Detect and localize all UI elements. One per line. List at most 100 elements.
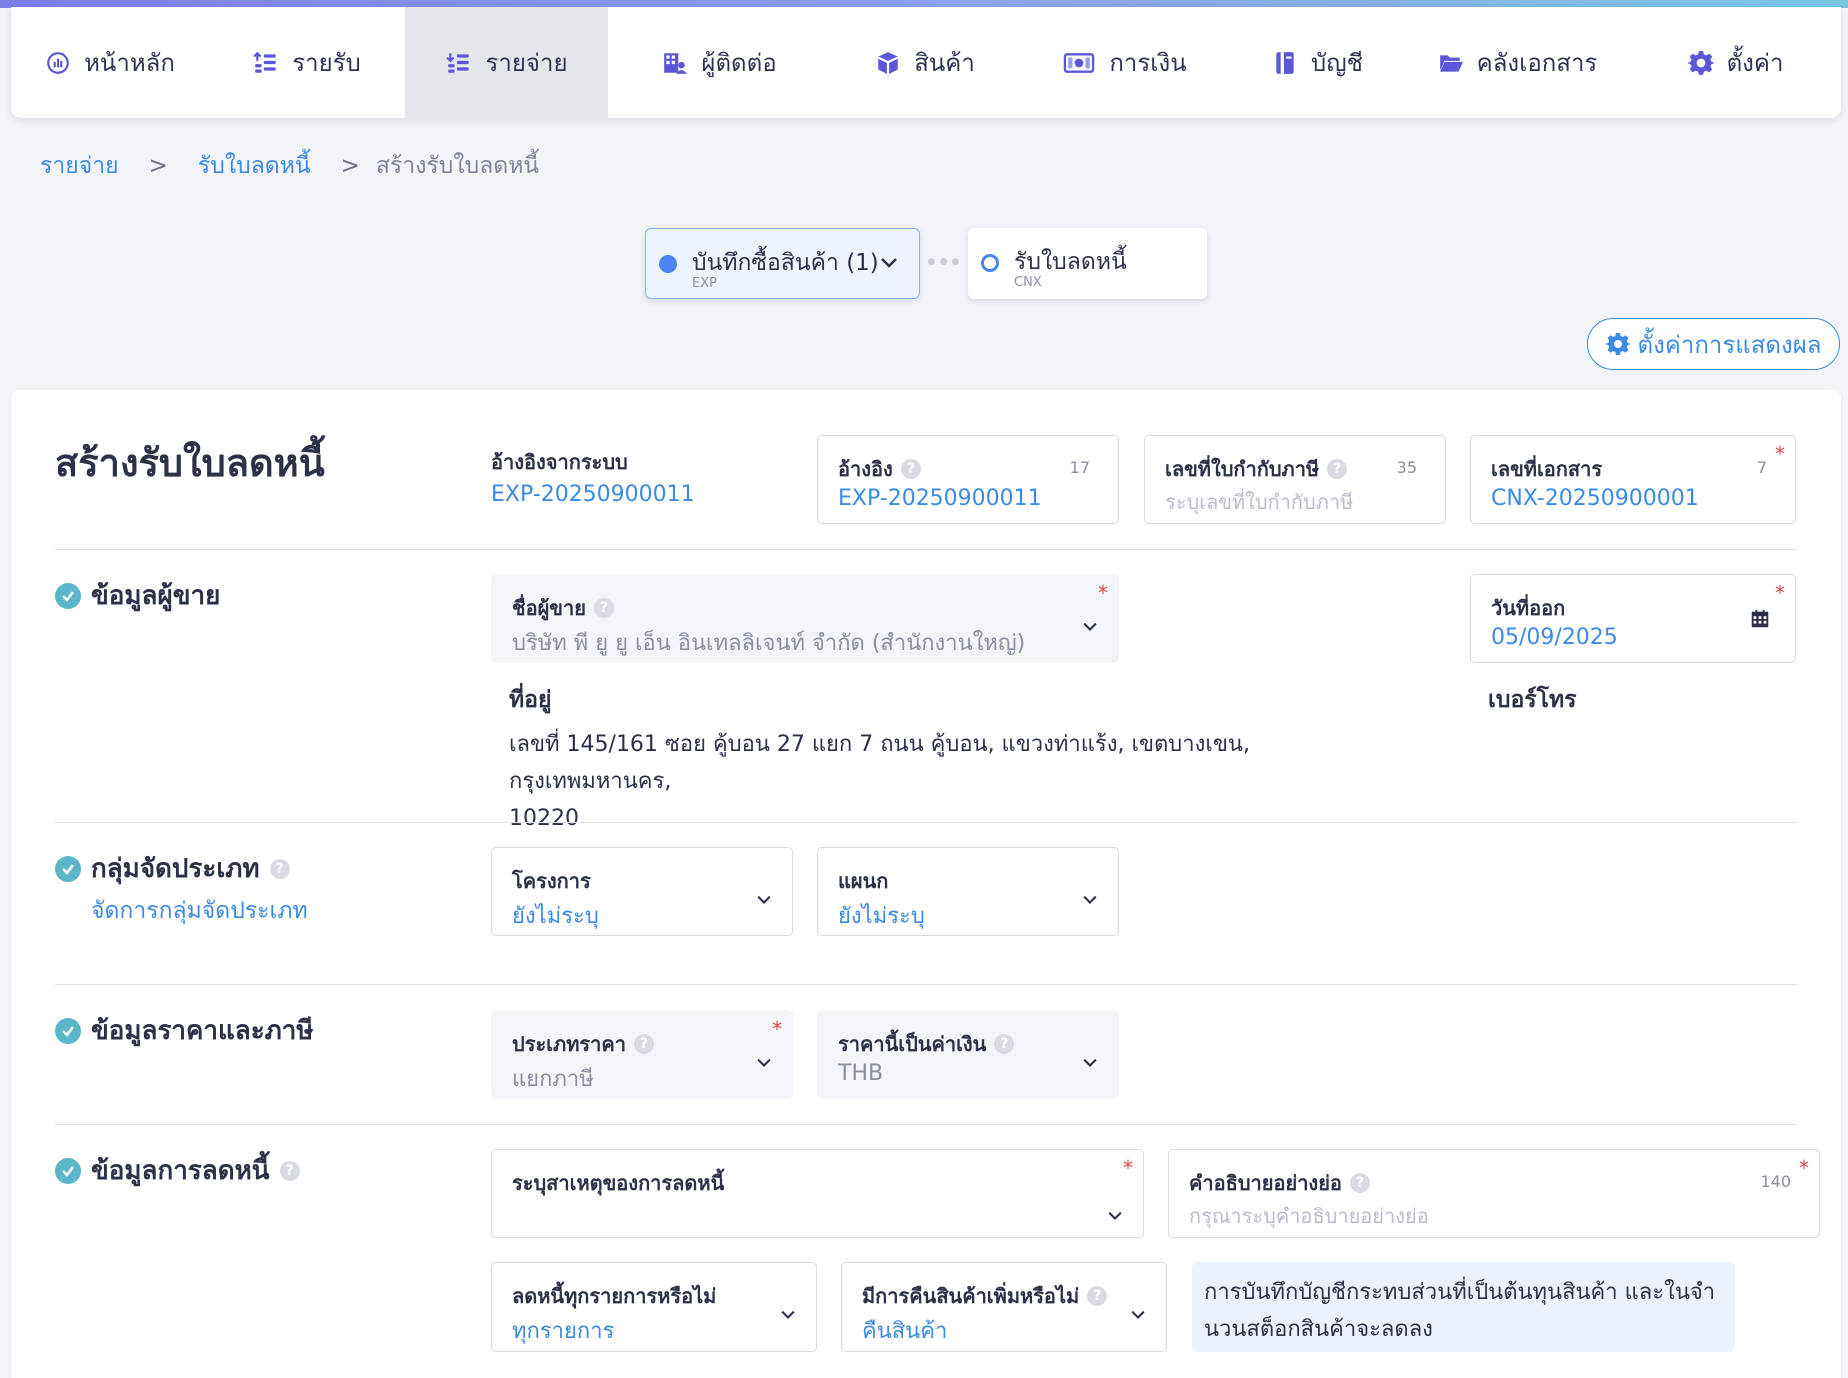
department-select[interactable]: แผนก ยังไม่ระบุ bbox=[817, 847, 1119, 936]
breadcrumb-separator: > bbox=[340, 153, 360, 179]
short-description-label: คำอธิบายอย่างย่อ bbox=[1189, 1171, 1342, 1195]
doc-no-input[interactable]: CNX-20250900001 bbox=[1491, 486, 1699, 511]
nav-item-contacts[interactable]: ผู้ติดต่อ bbox=[608, 7, 830, 118]
page-title: สร้างรับใบลดหนี้ bbox=[55, 441, 325, 485]
step-debit-note[interactable]: รับใบลดหนี้ CNX bbox=[968, 228, 1207, 299]
main-nav: หน้าหลัก รายรับ รายจ่าย ผู้ติดต่อ สินค้า… bbox=[11, 7, 1841, 118]
issue-date-label: วันที่ออก bbox=[1491, 596, 1566, 620]
breadcrumb: รายจ่าย > รับใบลดหนี้ > สร้างรับใบลดหนี้ bbox=[40, 148, 539, 184]
expense-icon bbox=[445, 49, 473, 77]
address-label: ที่อยู่ bbox=[509, 687, 552, 713]
price-type-select[interactable]: ประเภทราคา? * แยกภาษี bbox=[491, 1010, 793, 1099]
step-label: บันทึกซื้อสินค้า (1) bbox=[692, 250, 879, 276]
help-icon[interactable]: ? bbox=[994, 1034, 1015, 1054]
money-icon bbox=[1061, 49, 1097, 77]
divider bbox=[55, 1124, 1797, 1125]
help-icon[interactable]: ? bbox=[1327, 459, 1348, 479]
debit-reason-select[interactable]: ระบุสาเหตุของการลดหนี้ * bbox=[491, 1149, 1144, 1238]
project-label: โครงการ bbox=[512, 869, 591, 893]
required-marker: * bbox=[772, 1017, 782, 1041]
project-value: ยังไม่ระบุ bbox=[512, 904, 599, 929]
step-sub: CNX bbox=[1014, 275, 1042, 290]
system-ref-value[interactable]: EXP-20250900011 bbox=[491, 482, 695, 507]
nav-item-income[interactable]: รายรับ bbox=[208, 7, 405, 118]
nav-item-products[interactable]: สินค้า bbox=[830, 7, 1019, 118]
nav-item-documents[interactable]: คลังเอกสาร bbox=[1405, 7, 1629, 118]
char-count: 17 bbox=[1069, 458, 1090, 477]
ledger-icon bbox=[1271, 49, 1299, 77]
tax-invoice-field[interactable]: เลขที่ใบกำกับภาษี? 35 ระบุเลขที่ใบกำกับภ… bbox=[1144, 435, 1446, 524]
divider bbox=[55, 984, 1797, 985]
check-circle-icon bbox=[55, 582, 81, 609]
doc-no-field[interactable]: เลขที่เอกสาร 7 * CNX-20250900001 bbox=[1470, 435, 1796, 524]
nav-label: รายรับ bbox=[292, 49, 361, 77]
help-icon[interactable]: ? bbox=[633, 1034, 654, 1054]
all-items-select[interactable]: ลดหนี้ทุกรายการหรือไม่ ทุกรายการ bbox=[491, 1262, 817, 1352]
price-type-label: ประเภทราคา bbox=[512, 1032, 626, 1056]
income-icon bbox=[252, 49, 280, 77]
nav-item-accounting[interactable]: บัญชี bbox=[1229, 7, 1405, 118]
help-icon[interactable]: ? bbox=[1349, 1173, 1370, 1193]
help-icon[interactable]: ? bbox=[1087, 1286, 1108, 1306]
reference-field[interactable]: อ้างอิง? 17 EXP-20250900011 bbox=[817, 435, 1119, 524]
char-count: 35 bbox=[1396, 458, 1417, 477]
nav-label: ตั้งค่า bbox=[1726, 49, 1784, 77]
step-connector bbox=[928, 258, 959, 265]
nav-item-finance[interactable]: การเงิน bbox=[1019, 7, 1229, 118]
step-purchase-record[interactable]: บันทึกซื้อสินค้า (1) EXP bbox=[645, 228, 920, 299]
chevron-down-icon bbox=[1083, 622, 1097, 631]
currency-value: THB bbox=[838, 1061, 884, 1086]
chevron-down-icon bbox=[1083, 895, 1097, 904]
short-description-input[interactable]: กรุณาระบุคำอธิบายอย่างย่อ bbox=[1189, 1200, 1429, 1232]
project-select[interactable]: โครงการ ยังไม่ระบุ bbox=[491, 847, 793, 936]
info-line: นวนสต็อกสินค้าจะลดลง bbox=[1204, 1317, 1433, 1342]
divider bbox=[55, 549, 1797, 550]
seller-address: เลขที่ 145/161 ซอย คู้บอน 27 แยก 7 ถนน ค… bbox=[509, 726, 1409, 837]
step-sub: EXP bbox=[692, 276, 717, 291]
section-title-text: ข้อมูลผู้ขาย bbox=[91, 581, 221, 611]
return-goods-label: มีการคืนสินค้าเพิ่มหรือไม่ bbox=[862, 1284, 1080, 1308]
gear-icon bbox=[1605, 333, 1630, 355]
help-icon[interactable]: ? bbox=[593, 598, 614, 618]
help-icon[interactable]: ? bbox=[900, 459, 921, 479]
breadcrumb-debit-note-link[interactable]: รับใบลดหนี้ bbox=[198, 148, 311, 184]
section-title-text: ข้อมูลการลดหนี้ bbox=[91, 1156, 270, 1186]
nav-item-settings[interactable]: ตั้งค่า bbox=[1629, 7, 1841, 118]
address-line: เลขที่ 145/161 ซอย คู้บอน 27 แยก 7 ถนน ค… bbox=[509, 732, 1250, 794]
nav-item-dashboard[interactable]: หน้าหลัก bbox=[11, 7, 208, 118]
nav-label: การเงิน bbox=[1109, 49, 1187, 77]
manage-category-link[interactable]: จัดการกลุ่มจัดประเภท bbox=[91, 893, 308, 929]
tax-invoice-label: เลขที่ใบกำกับภาษี bbox=[1165, 457, 1320, 481]
chevron-down-icon bbox=[757, 895, 771, 904]
help-icon[interactable]: ? bbox=[279, 1160, 300, 1181]
seller-name-select[interactable]: ชื่อผู้ขาย? * บริษัท พี ยู ยู เอ็น อินเท… bbox=[491, 574, 1119, 663]
nav-label: ผู้ติดต่อ bbox=[701, 49, 777, 77]
check-circle-icon bbox=[55, 1017, 81, 1044]
help-icon[interactable]: ? bbox=[269, 858, 290, 879]
return-goods-select[interactable]: มีการคืนสินค้าเพิ่มหรือไม่? คืนสินค้า bbox=[841, 1262, 1167, 1352]
display-settings-button[interactable]: ตั้งค่าการแสดงผล bbox=[1587, 318, 1840, 370]
required-marker: * bbox=[1775, 581, 1785, 605]
dashboard-icon bbox=[44, 49, 72, 77]
breadcrumb-expense-link[interactable]: รายจ่าย bbox=[40, 148, 119, 184]
issue-date-field[interactable]: วันที่ออก * 05/09/2025 bbox=[1470, 574, 1796, 663]
seller-name-value: บริษัท พี ยู ยู เอ็น อินเทลลิเจนท์ จำกัด… bbox=[512, 631, 1026, 656]
calendar-icon[interactable] bbox=[1749, 608, 1771, 630]
divider bbox=[55, 822, 1797, 823]
section-title-text: ข้อมูลราคาและภาษี bbox=[91, 1016, 314, 1046]
issue-date-input[interactable]: 05/09/2025 bbox=[1491, 625, 1618, 650]
char-count: 140 bbox=[1760, 1172, 1791, 1191]
chevron-down-icon bbox=[757, 1058, 771, 1067]
reference-label: อ้างอิง bbox=[838, 457, 893, 481]
section-title-text: กลุ่มจัดประเภท bbox=[91, 854, 260, 884]
nav-item-expense[interactable]: รายจ่าย bbox=[405, 7, 608, 118]
breadcrumb-separator: > bbox=[148, 153, 168, 179]
short-description-field[interactable]: คำอธิบายอย่างย่อ? 140 * กรุณาระบุคำอธิบา… bbox=[1168, 1149, 1820, 1238]
nav-label: คลังเอกสาร bbox=[1476, 49, 1598, 77]
currency-label: ราคานี้เป็นค่าเงิน bbox=[838, 1032, 987, 1056]
tax-invoice-input[interactable]: ระบุเลขที่ใบกำกับภาษี bbox=[1165, 486, 1353, 518]
currency-select[interactable]: ราคานี้เป็นค่าเงิน? THB bbox=[817, 1010, 1119, 1099]
nav-label: สินค้า bbox=[914, 49, 975, 77]
reference-input[interactable]: EXP-20250900011 bbox=[838, 486, 1042, 511]
check-circle-icon bbox=[55, 1157, 81, 1184]
